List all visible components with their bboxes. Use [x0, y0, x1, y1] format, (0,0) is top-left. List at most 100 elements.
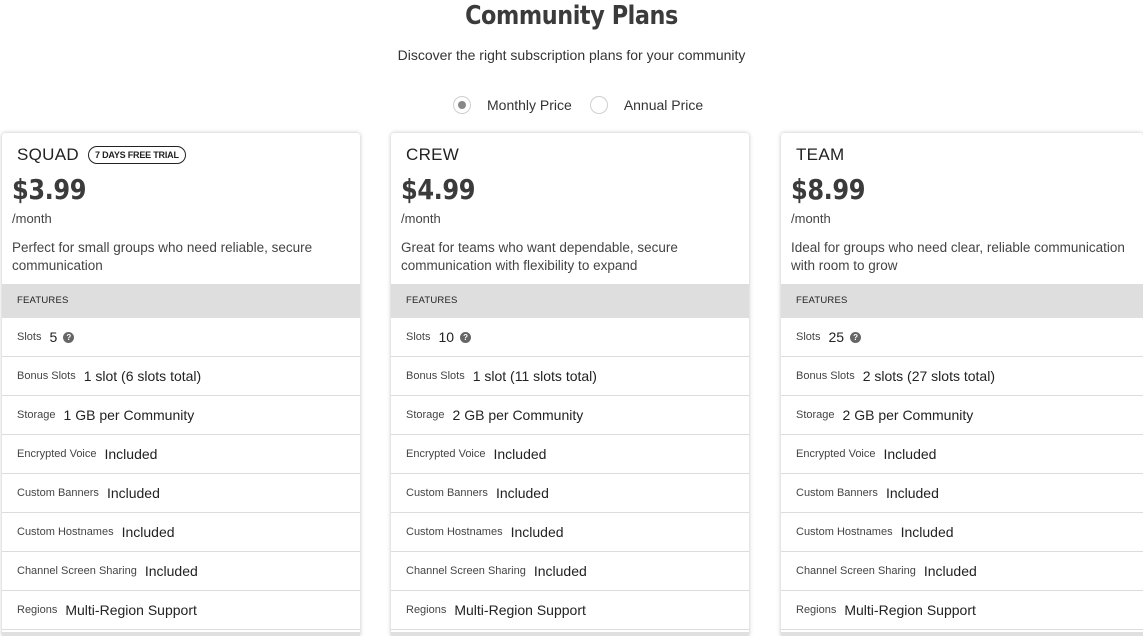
- feature-value: 1 GB per Community: [63, 407, 195, 423]
- feature-label: Storage: [17, 409, 56, 421]
- feature-row-regions: Regions Multi-Region Support: [781, 591, 1143, 630]
- feature-row-storage: Storage 2 GB per Community: [781, 396, 1143, 435]
- features-header: FEATURES: [2, 284, 360, 318]
- feature-label: Custom Banners: [17, 487, 99, 499]
- feature-value: 2 GB per Community: [842, 407, 974, 423]
- feature-row-custom-hostnames: Custom Hostnames Included: [2, 513, 360, 552]
- card-bottom-edge: [781, 632, 1143, 636]
- feature-label: Bonus Slots: [406, 370, 465, 382]
- feature-row-channel-screen-sharing: Channel Screen Sharing Included: [391, 552, 749, 591]
- feature-row-storage: Storage 1 GB per Community: [2, 396, 360, 435]
- feature-label: Channel Screen Sharing: [17, 565, 137, 577]
- plan-name: SQUAD: [17, 145, 79, 164]
- feature-label: Custom Banners: [406, 487, 488, 499]
- features-list: Slots 10? Bonus Slots 1 slot (11 slots tot…: [391, 318, 749, 630]
- feature-value: Included: [493, 446, 547, 462]
- feature-value: Included: [900, 524, 954, 540]
- plan-card-team: TEAM $8.99 /month Ideal for groups who n…: [781, 133, 1143, 636]
- plan-card-crew: CREW $4.99 /month Great for teams who wa…: [391, 133, 749, 636]
- feature-value: Included: [121, 524, 175, 540]
- feature-label: Custom Banners: [796, 487, 878, 499]
- feature-value: Included: [885, 485, 939, 501]
- feature-value: Included: [533, 563, 587, 579]
- feature-row-bonus-slots: Bonus Slots 1 slot (11 slots total): [391, 357, 749, 396]
- feature-value: 1 slot (6 slots total): [83, 368, 202, 384]
- feature-row-slots: Slots 5?: [2, 318, 360, 357]
- feature-label: Custom Hostnames: [796, 526, 893, 538]
- annual-price-label[interactable]: Annual Price: [624, 97, 703, 113]
- plan-name: TEAM: [796, 145, 845, 164]
- feature-row-regions: Regions Multi-Region Support: [2, 591, 360, 630]
- feature-label: Encrypted Voice: [406, 448, 486, 460]
- plan-price: $4.99: [401, 173, 476, 206]
- feature-value: Included: [104, 446, 158, 462]
- feature-label: Slots: [796, 331, 821, 343]
- feature-row-slots: Slots 10?: [391, 318, 749, 357]
- feature-row-custom-banners: Custom Banners Included: [391, 474, 749, 513]
- feature-label: Encrypted Voice: [796, 448, 876, 460]
- plan-name: CREW: [406, 145, 460, 164]
- plan-period: /month: [12, 211, 52, 226]
- monthly-price-label[interactable]: Monthly Price: [487, 97, 572, 113]
- plan-header: SQUAD 7 DAYS FREE TRIAL: [17, 145, 186, 165]
- features-header: FEATURES: [391, 284, 749, 318]
- question-circle-icon[interactable]: ?: [850, 331, 862, 343]
- feature-label: Custom Hostnames: [406, 526, 503, 538]
- feature-label: Storage: [406, 409, 445, 421]
- feature-row-regions: Regions Multi-Region Support: [391, 591, 749, 630]
- feature-label: Bonus Slots: [796, 370, 855, 382]
- feature-value: Multi-Region Support: [844, 602, 976, 618]
- monthly-price-radio[interactable]: [453, 96, 471, 114]
- feature-row-bonus-slots: Bonus Slots 2 slots (27 slots total): [781, 357, 1143, 396]
- feature-label: Channel Screen Sharing: [406, 565, 526, 577]
- plan-description: Perfect for small groups who need reliab…: [12, 240, 313, 273]
- radio-selected-dot: [458, 101, 466, 109]
- plan-period: /month: [791, 211, 831, 226]
- feature-value: Included: [510, 524, 564, 540]
- plan-header: CREW: [406, 145, 459, 165]
- annual-price-radio[interactable]: [589, 96, 608, 114]
- feature-row-custom-banners: Custom Banners Included: [781, 474, 1143, 513]
- plan-price: $8.99: [791, 173, 866, 206]
- feature-value: Multi-Region Support: [65, 602, 197, 618]
- feature-row-bonus-slots: Bonus Slots 1 slot (6 slots total): [2, 357, 360, 396]
- plan-description: Ideal for groups who need clear, reliabl…: [791, 240, 1125, 273]
- feature-value: Included: [923, 563, 977, 579]
- feature-value: Included: [883, 446, 937, 462]
- feature-row-encrypted-voice: Encrypted Voice Included: [391, 435, 749, 474]
- feature-label: Encrypted Voice: [17, 448, 97, 460]
- question-circle-icon[interactable]: ?: [63, 331, 75, 343]
- plan-header: TEAM: [796, 145, 844, 165]
- feature-value: Included: [106, 485, 160, 501]
- feature-label: Bonus Slots: [17, 370, 76, 382]
- feature-row-encrypted-voice: Encrypted Voice Included: [2, 435, 360, 474]
- free-trial-badge: 7 DAYS FREE TRIAL: [87, 146, 186, 164]
- feature-label: Slots: [17, 331, 42, 343]
- question-circle-icon[interactable]: ?: [460, 331, 472, 343]
- plan-period: /month: [401, 211, 441, 226]
- feature-row-slots: Slots 25?: [781, 318, 1143, 357]
- feature-value: 2 slots (27 slots total): [862, 368, 995, 384]
- feature-row-custom-hostnames: Custom Hostnames Included: [781, 513, 1143, 552]
- plan-description: Great for teams who want dependable, sec…: [401, 240, 678, 273]
- features-list: Slots 5? Bonus Slots 1 slot (6 slots total…: [2, 318, 360, 630]
- billing-toggle: Monthly Price Annual Price: [453, 96, 721, 114]
- feature-row-channel-screen-sharing: Channel Screen Sharing Included: [781, 552, 1143, 591]
- feature-label: Custom Hostnames: [17, 526, 114, 538]
- feature-row-custom-banners: Custom Banners Included: [2, 474, 360, 513]
- feature-value: Included: [144, 563, 198, 579]
- feature-value: Multi-Region Support: [454, 602, 586, 618]
- card-bottom-edge: [391, 632, 749, 636]
- feature-row-storage: Storage 2 GB per Community: [391, 396, 749, 435]
- feature-label: Slots: [406, 331, 431, 343]
- feature-value: Included: [495, 485, 549, 501]
- page-title: Community Plans: [465, 1, 678, 31]
- page-subtitle: Discover the right subscription plans fo…: [397, 47, 746, 63]
- feature-value: 2 GB per Community: [452, 407, 584, 423]
- card-bottom-edge: [2, 632, 360, 636]
- feature-label: Storage: [796, 409, 835, 421]
- feature-label: Regions: [796, 604, 837, 616]
- feature-value: 25: [828, 329, 845, 345]
- feature-value: 5: [49, 329, 58, 345]
- feature-label: Regions: [406, 604, 447, 616]
